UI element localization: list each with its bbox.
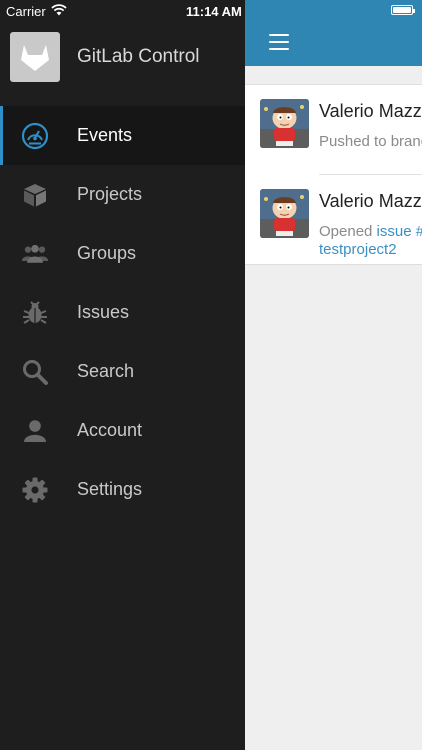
- menu-label-events: Events: [77, 125, 133, 145]
- project-link[interactable]: testproject2: [319, 241, 397, 258]
- gear-icon: [21, 476, 49, 504]
- box-icon: [21, 181, 49, 209]
- menu-item-search[interactable]: Search: [0, 342, 245, 401]
- event-row[interactable]: Valerio Mazz Opened issue # testproject2: [260, 174, 422, 264]
- issue-link[interactable]: issue #: [377, 223, 422, 240]
- avatar: [260, 99, 309, 148]
- menu-item-issues[interactable]: Issues: [0, 283, 245, 342]
- event-row[interactable]: Valerio Mazz Pushed to branc: [245, 85, 422, 174]
- event-description: Opened issue # testproject2: [319, 223, 422, 259]
- event-author: Valerio Mazz: [319, 191, 422, 211]
- app-title: GitLab Control: [77, 46, 200, 67]
- menu-item-settings[interactable]: Settings: [0, 460, 245, 519]
- menu-label-projects: Projects: [77, 184, 143, 204]
- status-bar-left: Carrier: [6, 3, 67, 19]
- app-header: GitLab Control: [10, 30, 245, 84]
- group-icon: [21, 240, 49, 268]
- menu-label-issues: Issues: [77, 302, 130, 322]
- menu-label-search: Search: [77, 361, 135, 381]
- menu-label-account: Account: [77, 420, 143, 440]
- gitlab-logo-icon: [10, 32, 60, 82]
- user-icon: [21, 417, 49, 445]
- menu-item-projects[interactable]: Projects: [0, 165, 245, 224]
- menu-item-events[interactable]: Events: [0, 106, 245, 165]
- battery-icon: [391, 5, 415, 15]
- hamburger-menu-icon[interactable]: [269, 34, 289, 50]
- dashboard-gauge-icon: [21, 122, 49, 150]
- events-panel: Valerio Mazz Pushed to branc Valerio Maz…: [245, 0, 422, 750]
- event-description: Pushed to branc: [319, 133, 422, 150]
- menu-label-groups: Groups: [77, 243, 137, 263]
- menu-item-account[interactable]: Account: [0, 401, 245, 460]
- event-description-text: Opened: [319, 223, 377, 240]
- navigation-menu: Events Projects Groups Issues Search Acc…: [0, 106, 245, 519]
- navigation-bar: [245, 0, 422, 66]
- avatar: [260, 189, 309, 238]
- menu-label-settings: Settings: [77, 479, 143, 499]
- event-author: Valerio Mazz: [319, 101, 422, 121]
- side-menu: Carrier 11:14 AM GitLab Control Events P…: [0, 0, 245, 750]
- bug-icon: [21, 299, 49, 327]
- carrier-label: Carrier: [6, 3, 46, 19]
- status-time: 11:14 AM: [186, 4, 242, 19]
- search-icon: [21, 358, 49, 386]
- menu-item-groups[interactable]: Groups: [0, 224, 245, 283]
- wifi-icon: [51, 3, 67, 19]
- event-list: Valerio Mazz Pushed to branc Valerio Maz…: [245, 84, 422, 265]
